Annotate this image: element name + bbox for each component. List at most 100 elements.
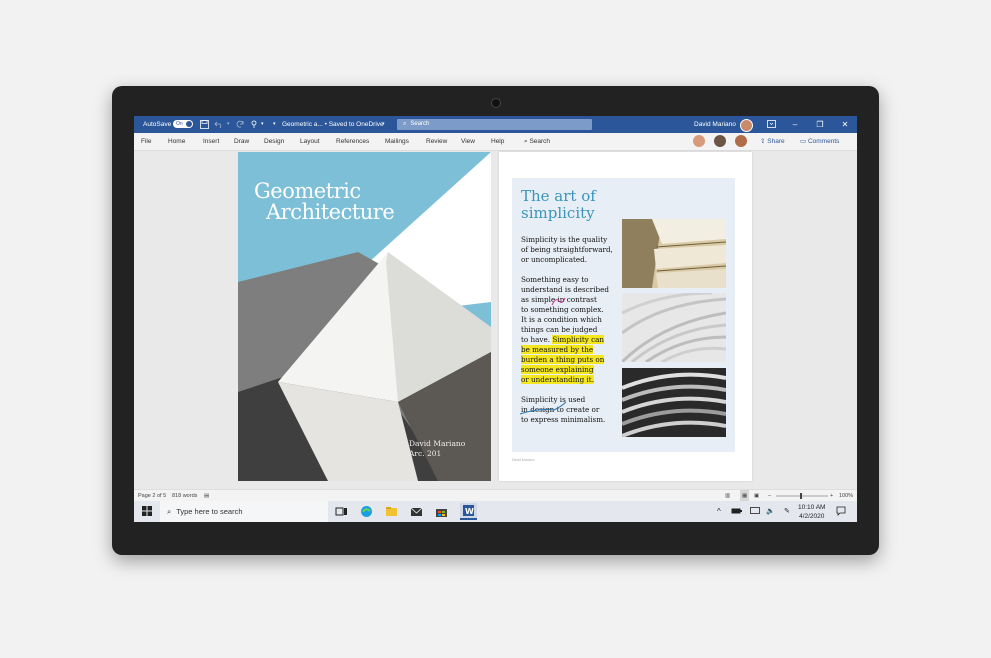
- cover-author-block: David Mariano Arc. 201: [409, 439, 465, 459]
- text-line: or uncomplicated.: [521, 255, 588, 264]
- user-avatar[interactable]: [740, 119, 753, 132]
- undo-dropdown-icon[interactable]: ▾: [227, 116, 230, 133]
- windows-taskbar: ⌕ Type here to search W ^ 🔈 ✎ 10:10 AM 4…: [134, 501, 857, 522]
- text-line: of being straightforward,: [521, 245, 613, 254]
- show-hidden-icons-icon[interactable]: ^: [717, 501, 721, 522]
- text-fragment: to have.: [521, 335, 551, 344]
- architecture-photo-1: [622, 219, 726, 288]
- document-canvas: Geometric Architecture David Mariano Arc…: [134, 151, 857, 489]
- highlighted-text: burden a thing puts on: [521, 355, 605, 364]
- screen: AutoSave On ▾ ▾ ▾ Geometric a... • Saved…: [134, 116, 857, 522]
- start-button[interactable]: [142, 501, 152, 522]
- text-line: or understanding it.: [521, 375, 617, 385]
- ink-annotation: [551, 297, 566, 306]
- system-clock[interactable]: 10:10 AM 4/2/2020: [798, 501, 825, 522]
- share-button[interactable]: ⇪ Share: [760, 133, 785, 150]
- article-page[interactable]: The art of simplicity Simplicity is the …: [499, 152, 752, 481]
- ribbon-search[interactable]: ⌕ Search: [524, 133, 550, 150]
- touch-mode-icon[interactable]: [250, 116, 259, 133]
- volume-icon[interactable]: 🔈: [766, 501, 775, 522]
- close-button[interactable]: ✕: [833, 116, 857, 133]
- windows-logo-icon: [142, 506, 152, 517]
- ink-underline: [519, 401, 567, 415]
- text-line: understand is described: [521, 285, 609, 294]
- cover-page[interactable]: Geometric Architecture David Mariano Arc…: [238, 152, 491, 481]
- autosave-state: On: [176, 121, 183, 127]
- mail-icon[interactable]: [410, 505, 423, 518]
- architecture-photo-3: [622, 368, 726, 437]
- tab-design[interactable]: Design: [264, 133, 284, 150]
- cover-course: Arc. 201: [409, 449, 442, 458]
- page-footer: David Mariano: [512, 458, 535, 462]
- highlighted-text: or understanding it.: [521, 375, 594, 384]
- title-search-box[interactable]: ⌕ Search: [397, 119, 592, 130]
- document-title[interactable]: Geometric a... • Saved to OneDrive: [282, 116, 384, 133]
- collaborator-avatar[interactable]: [714, 135, 726, 147]
- tab-review[interactable]: Review: [426, 133, 447, 150]
- tab-mailings[interactable]: Mailings: [385, 133, 409, 150]
- qat-dropdown-icon[interactable]: ▾: [261, 116, 264, 133]
- text-line: to have. Simplicity can: [521, 335, 617, 345]
- restore-button[interactable]: ❐: [808, 116, 832, 133]
- edge-browser-icon[interactable]: [360, 505, 373, 518]
- taskbar-search-box[interactable]: ⌕ Type here to search: [160, 501, 328, 522]
- paragraph-2[interactable]: Something easy to understand is describe…: [521, 275, 617, 385]
- text-line: It is a condition which: [521, 315, 602, 324]
- task-view-icon[interactable]: [335, 505, 348, 518]
- comments-button[interactable]: ▭ Comments: [800, 133, 839, 150]
- tab-draw[interactable]: Draw: [234, 133, 249, 150]
- title-dropdown-icon[interactable]: ▾: [273, 116, 276, 133]
- toggle-knob: [186, 121, 192, 127]
- cover-author: David Mariano: [409, 439, 466, 448]
- clock-time: 10:10 AM: [798, 504, 826, 511]
- collaborator-avatar[interactable]: [735, 135, 747, 147]
- comment-icon: ▭: [800, 138, 808, 145]
- architecture-photo-2: [622, 293, 726, 362]
- comments-label: Comments: [807, 138, 840, 145]
- minimize-button[interactable]: –: [783, 116, 807, 133]
- tab-references[interactable]: References: [336, 133, 369, 150]
- text-line: someone explaining: [521, 365, 617, 375]
- ribbon-search-label: Search: [529, 138, 551, 145]
- tab-insert[interactable]: Insert: [203, 133, 219, 150]
- article-panel: The art of simplicity Simplicity is the …: [512, 178, 735, 452]
- title-bar: AutoSave On ▾ ▾ ▾ Geometric a... • Saved…: [134, 116, 857, 133]
- autosave-toggle[interactable]: On: [173, 120, 193, 128]
- user-name[interactable]: David Mariano: [694, 116, 736, 133]
- text-line: things can be judged: [521, 325, 598, 334]
- search-icon: ⌕: [403, 121, 407, 127]
- article-title-line2: simplicity: [521, 204, 595, 222]
- text-line: be measured by the: [521, 345, 617, 355]
- text-line: Something easy to: [521, 275, 589, 284]
- highlighted-text: someone explaining: [521, 365, 594, 374]
- notifications-icon[interactable]: [836, 501, 846, 522]
- collaborator-avatar[interactable]: [693, 135, 705, 147]
- title-search-placeholder: Search: [410, 121, 430, 127]
- battery-icon[interactable]: [731, 501, 742, 522]
- ribbon-tabs: File Home Insert Draw Design Layout Refe…: [134, 133, 857, 151]
- ribbon-display-icon[interactable]: [767, 116, 776, 133]
- text-line: Simplicity is the quality: [521, 235, 608, 244]
- text-line: burden a thing puts on: [521, 355, 617, 365]
- tab-help[interactable]: Help: [491, 133, 504, 150]
- pen-icon[interactable]: ✎: [784, 501, 790, 522]
- tab-view[interactable]: View: [461, 133, 475, 150]
- undo-icon[interactable]: [214, 116, 224, 133]
- cover-title-line2: Architecture: [266, 200, 395, 224]
- taskbar-search-icon: ⌕: [167, 507, 172, 516]
- taskbar-search-placeholder: Type here to search: [176, 507, 243, 516]
- tab-layout[interactable]: Layout: [300, 133, 320, 150]
- save-icon[interactable]: [200, 116, 209, 133]
- network-icon[interactable]: [750, 501, 760, 522]
- file-explorer-icon[interactable]: [385, 505, 398, 518]
- svg-text:W: W: [465, 507, 474, 516]
- autosave-label: AutoSave: [143, 121, 172, 128]
- word-taskbar-icon[interactable]: W: [460, 503, 477, 520]
- tab-home[interactable]: Home: [168, 133, 185, 150]
- tab-file[interactable]: File: [141, 133, 151, 150]
- store-icon[interactable]: [435, 505, 448, 518]
- cover-title: Geometric Architecture: [254, 181, 395, 224]
- paragraph-1[interactable]: Simplicity is the quality of being strai…: [521, 235, 617, 265]
- title-chevron-icon[interactable]: ▾: [382, 116, 385, 133]
- redo-icon[interactable]: [236, 116, 245, 133]
